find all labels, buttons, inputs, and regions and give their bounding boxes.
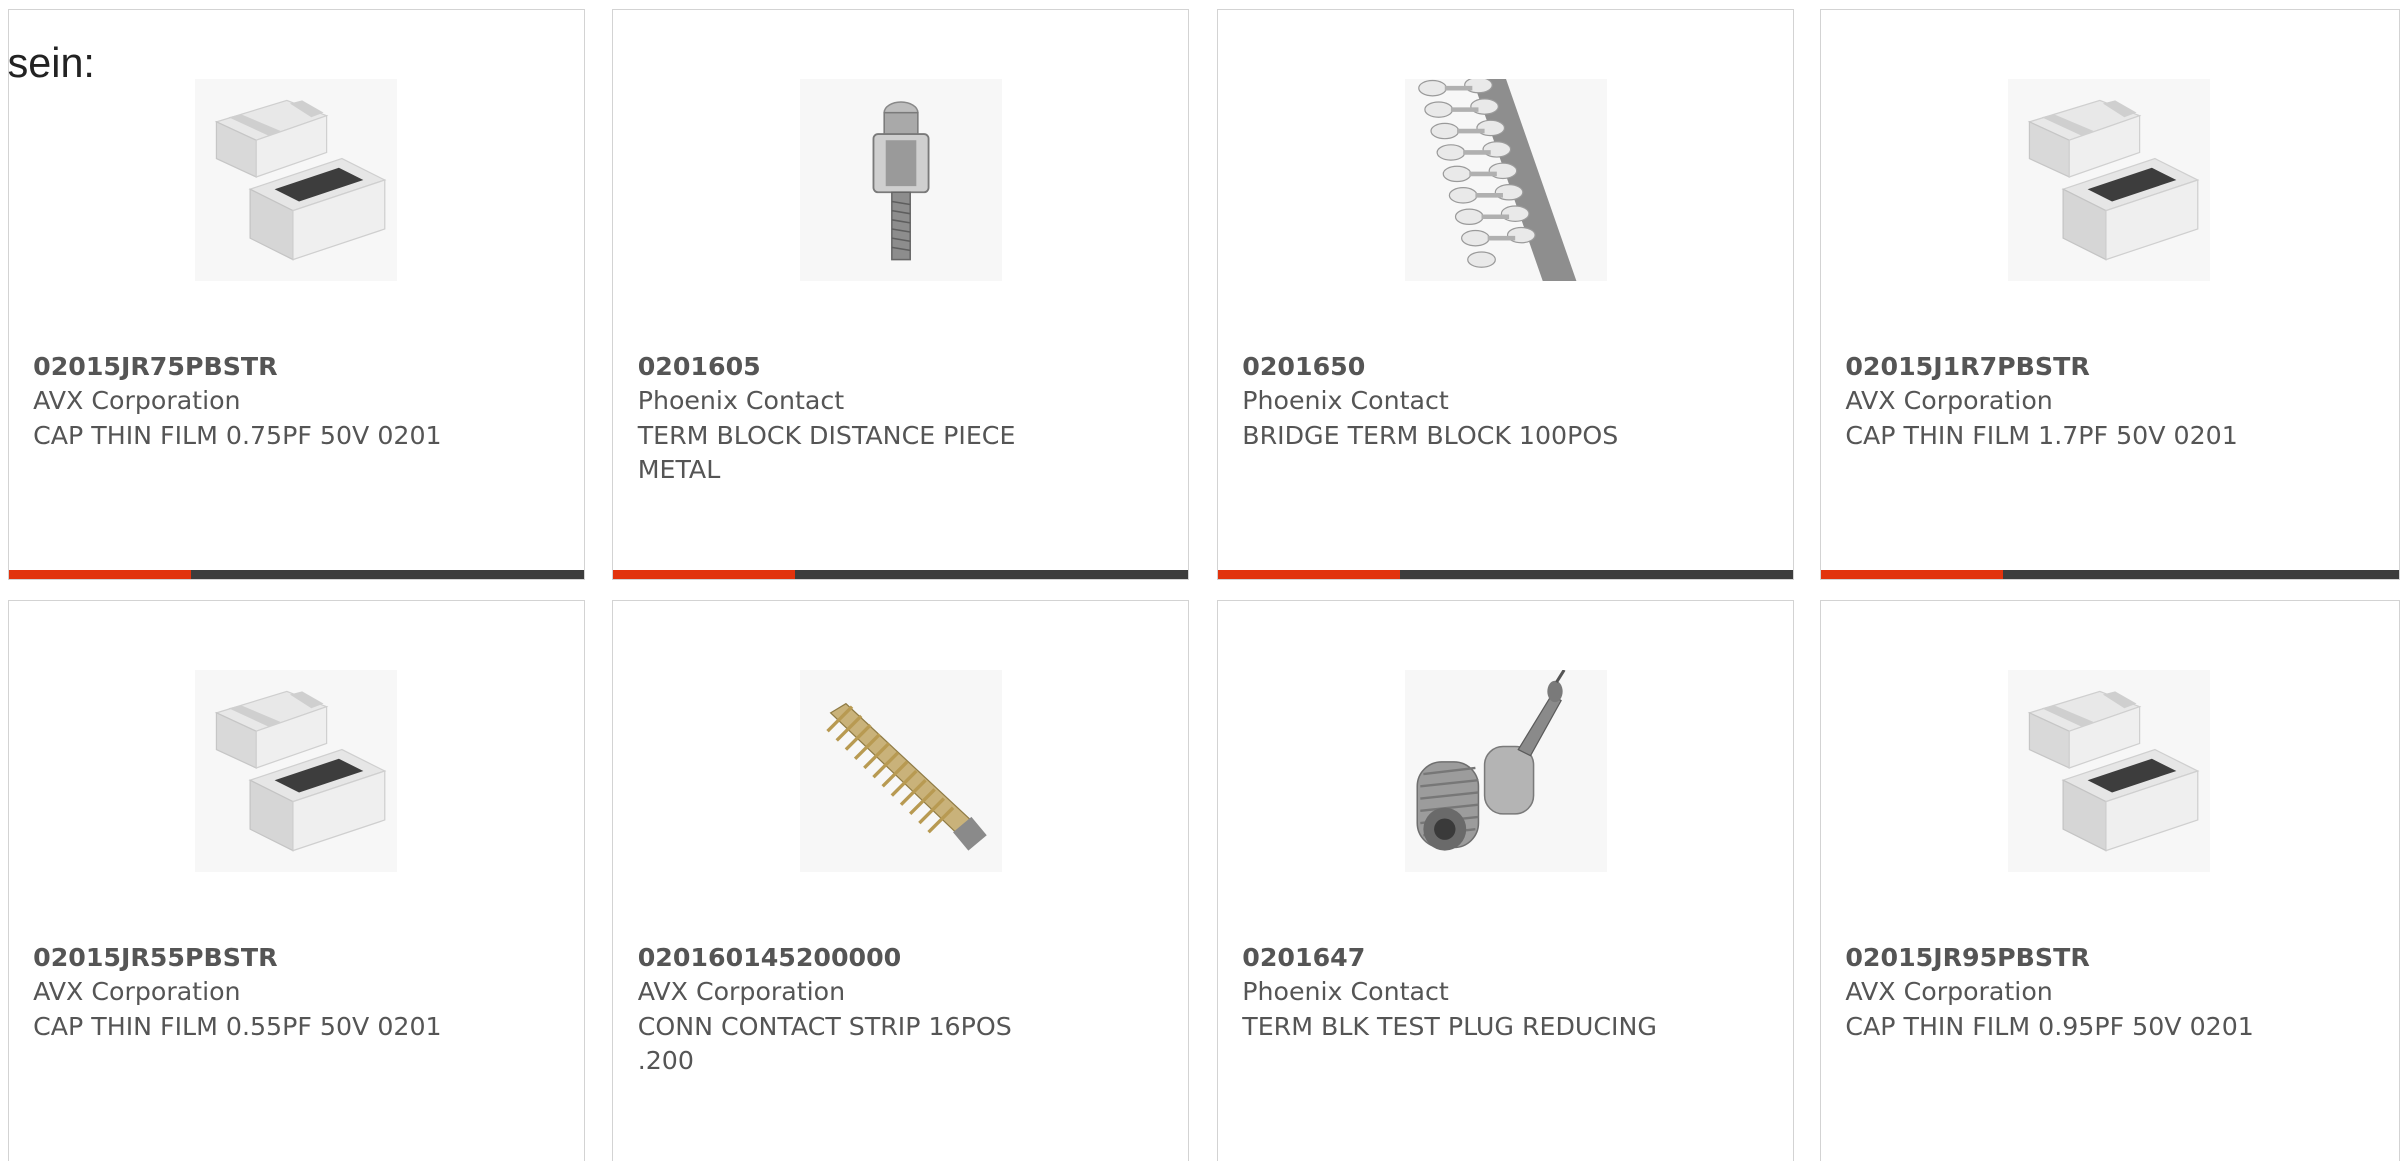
manufacturer-name: AVX Corporation [637, 977, 846, 1007]
manufacturer-name: AVX Corporation [1845, 977, 2053, 1007]
part-number[interactable]: 0201650 [1242, 350, 1671, 384]
card-accent-bar [1820, 569, 2004, 580]
part-description: CAP THIN FILM 0.75PF 50V 0201 [33, 420, 442, 450]
card-footer-bar [1217, 569, 1793, 580]
part-description: TERM BLK TEST PLUG REDUCING [1242, 1011, 1657, 1041]
part-number[interactable]: 02015J1R7PBSTR [1845, 350, 2274, 384]
part-number[interactable]: 02015JR55PBSTR [33, 941, 462, 975]
part-description: TERM BLOCK DISTANCE PIECE METAL [637, 420, 1016, 485]
manufacturer-name: Phoenix Contact [1242, 386, 1449, 416]
part-number[interactable]: 02015JR95PBSTR [1845, 941, 2274, 975]
part-description: BRIDGE TERM BLOCK 100POS [1242, 420, 1619, 450]
product-card[interactable]: 020160145200000 AVX Corporation CONN CON… [612, 599, 1190, 1161]
product-card[interactable]: 02015JR75PBSTR AVX Corporation CAP THIN … [7, 9, 585, 581]
part-number[interactable]: 02015JR75PBSTR [33, 350, 462, 384]
bridge-comb-image[interactable] [1405, 79, 1607, 281]
intro-text: sein: [7, 39, 95, 86]
part-description: CONN CONTACT STRIP 16POS .200 [637, 1011, 1012, 1076]
card-footer-bar [8, 569, 584, 580]
manufacturer-name: AVX Corporation [33, 386, 241, 416]
card-footer-bar [613, 569, 1189, 580]
part-description: CAP THIN FILM 1.7PF 50V 0201 [1845, 420, 2238, 450]
part-number[interactable]: 020160145200000 [638, 941, 1067, 975]
capacitor-chip-image[interactable] [195, 79, 397, 281]
part-description: CAP THIN FILM 0.55PF 50V 0201 [33, 1011, 442, 1041]
contact-strip-image[interactable] [800, 670, 1002, 872]
manufacturer-name: Phoenix Contact [637, 386, 845, 416]
card-accent-bar [1217, 569, 1400, 580]
screw-distance-piece-image[interactable] [800, 79, 1002, 281]
capacitor-chip-image[interactable] [2008, 79, 2210, 281]
product-card[interactable]: 02015J1R7PBSTR AVX Corporation CAP THIN … [1819, 9, 2400, 581]
card-accent-bar [8, 569, 191, 580]
manufacturer-name: AVX Corporation [1845, 386, 2053, 416]
part-description: CAP THIN FILM 0.95PF 50V 0201 [1845, 1011, 2254, 1041]
capacitor-chip-image[interactable] [2008, 670, 2210, 872]
test-plug-image[interactable] [1405, 670, 1607, 872]
manufacturer-name: Phoenix Contact [1242, 977, 1449, 1007]
product-card[interactable]: 0201650 Phoenix Contact BRIDGE TERM BLOC… [1216, 9, 1794, 581]
part-number[interactable]: 0201647 [1242, 941, 1671, 975]
card-accent-bar [613, 569, 796, 580]
search-results-page: sein: 02015JR75PBSTR AVX Corporation CAP… [0, 0, 2400, 1161]
product-card[interactable]: 02015JR95PBSTR AVX Corporation CAP THIN … [1819, 599, 2400, 1161]
product-card[interactable]: 0201647 Phoenix Contact TERM BLK TEST PL… [1216, 599, 1794, 1161]
product-card[interactable]: 0201605 Phoenix Contact TERM BLOCK DISTA… [612, 9, 1190, 581]
product-card[interactable]: 02015JR55PBSTR AVX Corporation CAP THIN … [7, 599, 585, 1161]
card-footer-bar [1820, 569, 2399, 580]
manufacturer-name: AVX Corporation [33, 977, 241, 1007]
part-number[interactable]: 0201605 [638, 350, 1067, 384]
capacitor-chip-image[interactable] [195, 670, 397, 872]
